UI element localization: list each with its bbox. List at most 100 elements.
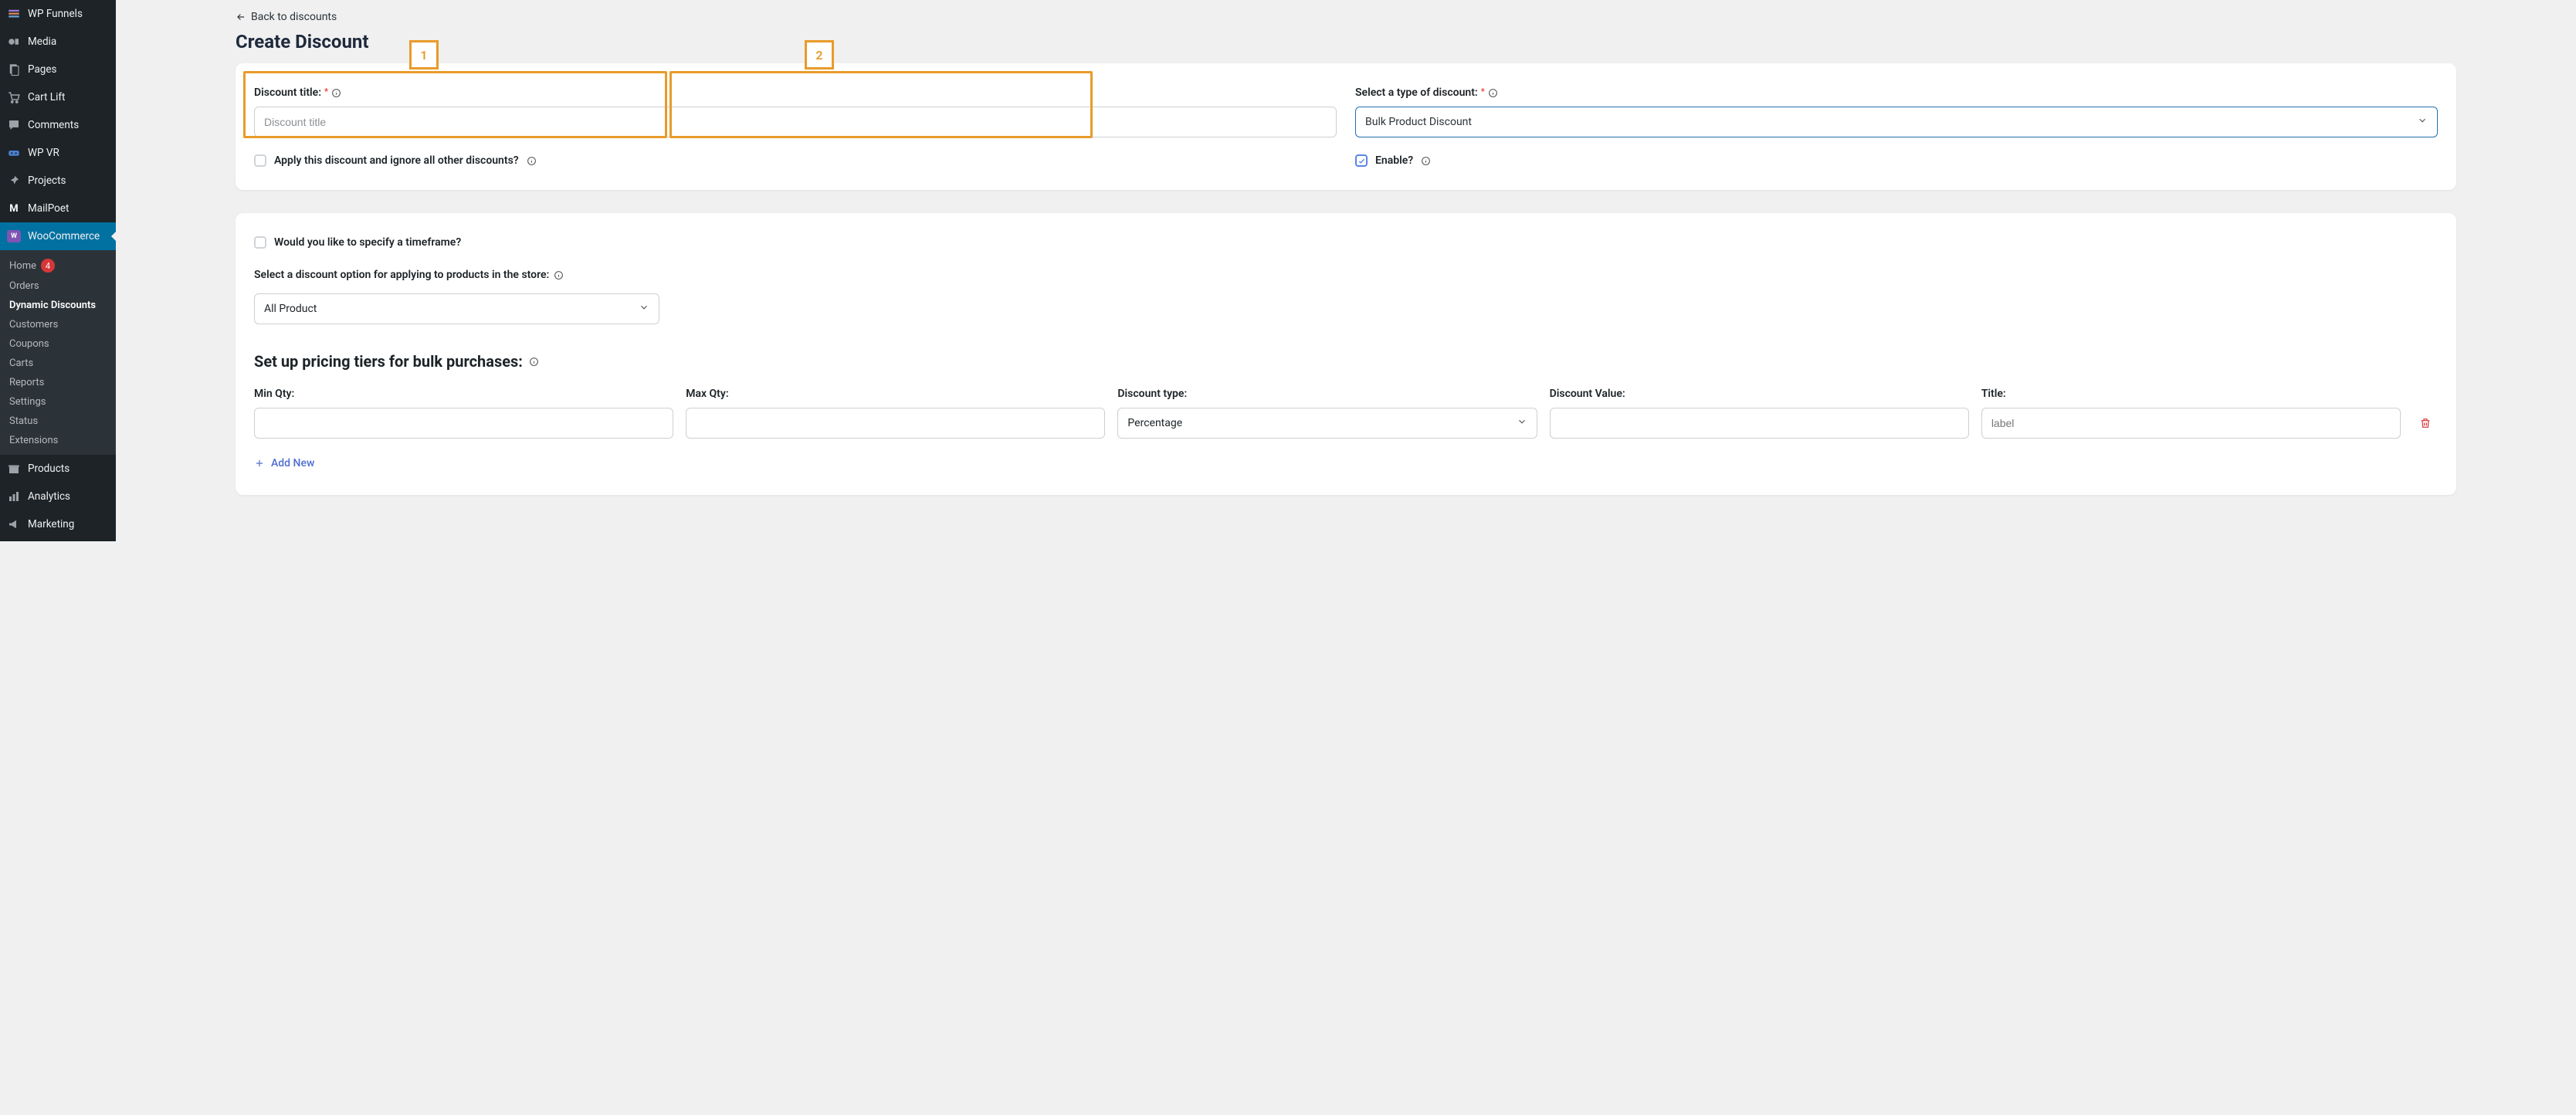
chevron-down-icon — [1517, 416, 1527, 430]
apply-ignore-label: Apply this discount and ignore all other… — [274, 154, 519, 167]
info-icon[interactable] — [527, 156, 537, 166]
sub-label: Status — [9, 415, 38, 427]
sub-item-orders[interactable]: Orders — [0, 276, 116, 296]
info-icon[interactable] — [1488, 88, 1498, 98]
trash-icon — [2419, 416, 2432, 430]
info-icon[interactable] — [331, 88, 341, 98]
sub-item-customers[interactable]: Customers — [0, 315, 116, 334]
discount-option-label: Select a discount option for applying to… — [254, 269, 2438, 281]
max-qty-label: Max Qty: — [686, 388, 1105, 400]
sidebar-item-pages[interactable]: Pages — [0, 56, 116, 83]
tier-discount-type-select[interactable]: Percentage — [1117, 408, 1537, 439]
info-icon[interactable] — [529, 357, 539, 367]
badge: 4 — [41, 259, 55, 273]
comments-icon — [6, 117, 22, 133]
discount-title-label: Discount title: * — [254, 86, 1337, 99]
sidebar-item-media[interactable]: Media — [0, 28, 116, 56]
callout-1: 1 — [409, 40, 439, 69]
sub-label: Customers — [9, 319, 58, 330]
discount-header-card: Discount title: * Select a type of disco… — [236, 63, 2456, 190]
sidebar-item-label: WooCommerce — [28, 230, 100, 242]
apply-ignore-checkbox[interactable] — [254, 154, 266, 167]
admin-sidebar: WP Funnels Media Pages Cart Lift Comment… — [0, 0, 116, 541]
tier-row: Min Qty: Max Qty: Discount type: Percent… — [254, 388, 2438, 439]
sidebar-item-label: Comments — [28, 119, 79, 131]
sidebar-item-comments[interactable]: Comments — [0, 111, 116, 139]
sidebar-item-label: Projects — [28, 175, 66, 187]
sidebar-item-label: Media — [28, 36, 56, 48]
select-value: All Product — [264, 303, 317, 315]
sidebar-item-woocommerce[interactable]: W WooCommerce — [0, 222, 116, 250]
select-value: Percentage — [1127, 417, 1182, 429]
funnel-icon — [6, 6, 22, 22]
sub-item-carts[interactable]: Carts — [0, 354, 116, 373]
discount-config-card: Would you like to specify a timeframe? S… — [236, 213, 2456, 495]
callout-2: 2 — [805, 40, 834, 69]
sidebar-item-projects[interactable]: Projects — [0, 167, 116, 195]
back-label: Back to discounts — [251, 11, 337, 23]
info-icon[interactable] — [1421, 156, 1431, 166]
min-qty-input[interactable] — [254, 408, 673, 439]
select-value: Bulk Product Discount — [1365, 116, 1472, 128]
sub-label: Dynamic Discounts — [9, 300, 96, 311]
discount-title-input[interactable] — [254, 107, 1337, 137]
check-icon — [1357, 157, 1366, 165]
discount-option-select[interactable]: All Product — [254, 293, 659, 324]
enable-checkbox[interactable] — [1355, 154, 1368, 167]
sub-label: Extensions — [9, 435, 58, 446]
woocommerce-icon: W — [6, 229, 22, 244]
sidebar-item-label: Analytics — [28, 490, 70, 503]
sub-item-status[interactable]: Status — [0, 412, 116, 431]
info-icon[interactable] — [554, 270, 564, 280]
sidebar-item-label: WP VR — [28, 147, 59, 159]
sub-item-extensions[interactable]: Extensions — [0, 431, 116, 450]
back-link[interactable]: Back to discounts — [236, 8, 337, 26]
tier-title-input[interactable] — [1981, 408, 2401, 439]
sub-item-home[interactable]: Home 4 — [0, 255, 116, 276]
sidebar-item-label: WP Funnels — [28, 8, 83, 20]
arrow-left-icon — [236, 12, 246, 22]
sidebar-item-cartlift[interactable]: Cart Lift — [0, 83, 116, 111]
marketing-icon — [6, 517, 22, 532]
timeframe-label: Would you like to specify a timeframe? — [274, 236, 461, 249]
add-new-tier-button[interactable]: Add New — [254, 457, 314, 469]
plus-icon — [254, 458, 265, 469]
sub-item-reports[interactable]: Reports — [0, 373, 116, 392]
sub-label: Home — [9, 260, 36, 272]
sidebar-item-mailpoet[interactable]: M MailPoet — [0, 195, 116, 222]
sidebar-item-products[interactable]: Products — [0, 455, 116, 483]
mailpoet-icon: M — [6, 201, 22, 216]
timeframe-checkbox[interactable] — [254, 236, 266, 249]
sub-item-coupons[interactable]: Coupons — [0, 334, 116, 354]
pricing-tiers-title: Set up pricing tiers for bulk purchases: — [254, 352, 2438, 371]
discount-value-input[interactable] — [1550, 408, 1969, 439]
sub-label: Orders — [9, 280, 39, 292]
pin-icon — [6, 173, 22, 188]
cart-icon — [6, 90, 22, 105]
tier-title-label: Title: — [1981, 388, 2401, 400]
sidebar-item-label: Pages — [28, 63, 57, 76]
sidebar-item-marketing[interactable]: Marketing — [0, 510, 116, 538]
sub-item-dynamic-discounts[interactable]: Dynamic Discounts — [0, 296, 116, 315]
woocommerce-submenu: Home 4 Orders Dynamic Discounts Customer… — [0, 250, 116, 455]
sidebar-item-analytics[interactable]: Analytics — [0, 483, 116, 510]
discount-type-label: Select a type of discount: * — [1355, 86, 2438, 99]
delete-tier-button[interactable] — [2413, 408, 2438, 439]
add-new-label: Add New — [271, 457, 314, 469]
sub-label: Carts — [9, 358, 33, 369]
vr-icon — [6, 145, 22, 161]
products-icon — [6, 461, 22, 476]
max-qty-input[interactable] — [686, 408, 1105, 439]
sidebar-item-label: Marketing — [28, 518, 74, 530]
sub-item-settings[interactable]: Settings — [0, 392, 116, 412]
chevron-down-icon — [639, 302, 649, 316]
min-qty-label: Min Qty: — [254, 388, 673, 400]
main-content: Back to discounts Create Discount 1 2 Di… — [116, 0, 2576, 541]
sub-label: Settings — [9, 396, 46, 408]
media-icon — [6, 34, 22, 49]
discount-type-select[interactable]: Bulk Product Discount — [1355, 107, 2438, 137]
sidebar-item-wpfunnels[interactable]: WP Funnels — [0, 0, 116, 28]
sidebar-item-label: MailPoet — [28, 202, 69, 215]
analytics-icon — [6, 489, 22, 504]
sidebar-item-wpvr[interactable]: WP VR — [0, 139, 116, 167]
